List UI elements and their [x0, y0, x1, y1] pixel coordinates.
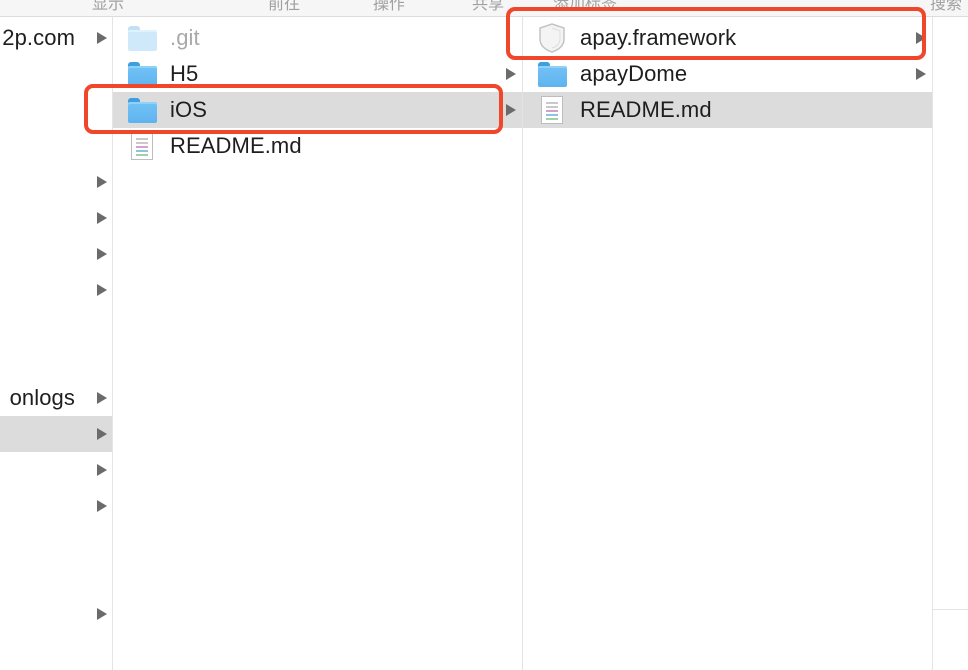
column-ios: apay.framework apayDome README.md: [523, 17, 932, 670]
item-name: .git: [170, 25, 200, 50]
disclosure-arrow-icon: [97, 464, 107, 476]
item-name: apayDome: [580, 61, 688, 86]
disclosure-arrow-icon: [97, 212, 107, 224]
list-item[interactable]: [0, 164, 112, 200]
item-name: onlogs: [9, 385, 75, 410]
highlight-ios-box: [84, 84, 503, 134]
disclosure-arrow-icon: [506, 104, 516, 116]
list-item[interactable]: [0, 272, 112, 308]
column-preview: [933, 17, 968, 670]
list-item[interactable]: [0, 452, 112, 488]
item-name: 2p.com: [2, 25, 75, 50]
toolbar-share-label[interactable]: 共享: [472, 0, 504, 14]
disclosure-arrow-icon: [97, 392, 107, 404]
disclosure-arrow-icon: [97, 32, 107, 44]
disclosure-arrow-icon: [97, 428, 107, 440]
item-name: README.md: [580, 97, 712, 122]
list-item-apaydome[interactable]: apayDome: [523, 56, 932, 92]
list-item-git[interactable]: .git: [113, 20, 522, 56]
list-item[interactable]: [0, 200, 112, 236]
disclosure-arrow-icon: [97, 176, 107, 188]
document-icon: [127, 131, 157, 161]
disclosure-arrow-icon: [97, 284, 107, 296]
disclosure-arrow-icon: [97, 500, 107, 512]
list-item[interactable]: onlogs: [0, 380, 112, 416]
list-item[interactable]: [0, 596, 112, 632]
disclosure-arrow-icon: [916, 68, 926, 80]
separator-line: [933, 609, 968, 610]
folder-icon: [127, 23, 157, 53]
toolbar-view-label[interactable]: 显示: [92, 0, 124, 14]
highlight-framework-box: [506, 7, 926, 60]
list-item-selected[interactable]: [0, 416, 112, 452]
toolbar-action-label[interactable]: 操作: [373, 0, 405, 14]
list-item-readme-selected[interactable]: README.md: [523, 92, 932, 128]
list-item[interactable]: [0, 488, 112, 524]
disclosure-arrow-icon: [97, 248, 107, 260]
list-item[interactable]: [0, 236, 112, 272]
list-item[interactable]: 2p.com: [0, 20, 112, 56]
toolbar-search-label[interactable]: 搜索: [930, 0, 962, 14]
disclosure-arrow-icon: [97, 608, 107, 620]
folder-icon: [537, 59, 567, 89]
toolbar-go-label[interactable]: 前往: [268, 0, 300, 14]
disclosure-arrow-icon: [506, 68, 516, 80]
document-icon: [537, 95, 567, 125]
item-name: README.md: [170, 133, 302, 158]
